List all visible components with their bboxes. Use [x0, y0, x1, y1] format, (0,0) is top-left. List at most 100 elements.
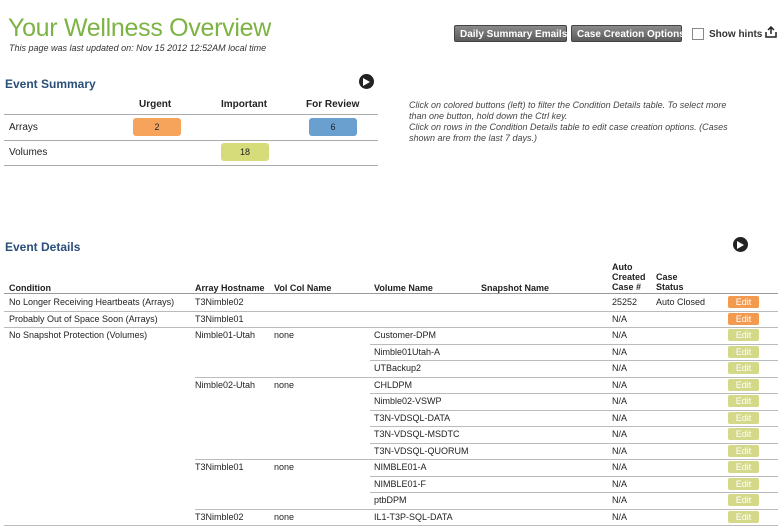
row-divider [370, 360, 778, 361]
edit-button[interactable]: Edit [728, 329, 759, 341]
show-hints-checkbox[interactable] [692, 28, 704, 40]
important-column-header: Important [221, 99, 268, 110]
row-divider [370, 409, 778, 411]
row-divider [370, 442, 778, 444]
col-snapshot-name[interactable]: Snapshot Name [481, 283, 549, 293]
event-summary-title: Event Summary [5, 77, 96, 91]
row-divider [370, 393, 778, 394]
row-divider [195, 376, 778, 378]
vol-col-cell: none [274, 511, 295, 522]
help-line-filter: Click on colored buttons (left) to filte… [409, 100, 727, 121]
case-number-cell: N/A [612, 363, 628, 373]
case-number-cell: N/A [612, 495, 628, 505]
case-number-cell: N/A [612, 511, 628, 522]
summary-row-label: Volumes [9, 147, 48, 158]
case-number-cell: N/A [612, 429, 628, 439]
volumes-important-button[interactable]: 18 [221, 143, 269, 161]
case-number-cell: N/A [612, 379, 628, 390]
volume-name-cell: Nimble01Utah-A [374, 346, 441, 357]
case-number-cell: N/A [612, 462, 628, 472]
row-divider [4, 310, 778, 312]
edit-button[interactable]: Edit [728, 494, 759, 506]
col-volume-name[interactable]: Volume Name [374, 283, 433, 293]
vol-col-cell: none [274, 330, 295, 340]
array-hostname-cell: T3Nimble02 [195, 297, 244, 307]
vol-col-cell: none [274, 462, 295, 472]
volume-name-cell: NIMBLE01-A [374, 462, 427, 472]
col-condition[interactable]: Condition [9, 283, 51, 293]
row-divider [370, 492, 778, 493]
array-hostname-cell: Nimble01-Utah [195, 330, 256, 340]
summary-row-arrays: Arrays 2 6 [4, 114, 378, 141]
array-hostname-cell: Nimble02-Utah [195, 379, 256, 390]
row-divider [370, 343, 778, 345]
case-number-cell: N/A [612, 412, 628, 423]
summary-row-volumes: Volumes 18 [4, 140, 378, 166]
edit-button[interactable]: Edit [728, 510, 759, 523]
row-divider [370, 426, 778, 427]
col-array-hostname[interactable]: Array Hostname [195, 283, 265, 293]
condition-cell: No Longer Receiving Heartbeats (Arrays) [9, 297, 175, 307]
volume-name-cell: Nimble02-VSWP [374, 396, 442, 406]
volume-name-cell: T3N-VDSQL-QUORUM [374, 445, 469, 456]
edit-button[interactable]: Edit [728, 411, 759, 424]
case-number-cell: N/A [612, 445, 628, 456]
edit-button[interactable]: Edit [728, 477, 759, 490]
volume-name-cell: NIMBLE01-F [374, 478, 427, 489]
array-hostname-cell: T3Nimble01 [195, 462, 244, 472]
edit-button[interactable]: Edit [728, 345, 759, 358]
col-case-number[interactable]: Auto Created Case # [612, 262, 650, 292]
show-hints-toggle[interactable]: Show hints [692, 28, 762, 40]
page-title: Your Wellness Overview [8, 14, 271, 42]
array-hostname-cell: T3Nimble01 [195, 313, 244, 324]
volume-name-cell: T3N-VDSQL-MSDTC [374, 429, 460, 439]
edit-button[interactable]: Edit [728, 296, 759, 308]
col-case-status[interactable]: Case Status [656, 272, 690, 292]
case-status-cell: Auto Closed [656, 297, 706, 307]
arrays-review-button[interactable]: 6 [309, 118, 357, 136]
case-number-cell: 25252 [612, 297, 638, 307]
edit-button[interactable]: Edit [728, 378, 759, 391]
details-forward-icon[interactable] [733, 237, 748, 252]
edit-button[interactable]: Edit [728, 312, 759, 325]
help-line-edit: Click on rows in the Condition Details t… [409, 122, 728, 143]
case-number-cell: N/A [612, 313, 628, 324]
row-divider [370, 475, 778, 477]
review-column-header: For Review [306, 99, 360, 110]
arrays-urgent-button[interactable]: 2 [133, 118, 181, 136]
last-updated-text: This page was last updated on: Nov 15 20… [9, 43, 267, 53]
edit-button[interactable]: Edit [728, 362, 759, 374]
array-hostname-cell: T3Nimble02 [195, 511, 244, 522]
volume-name-cell: T3N-VDSQL-DATA [374, 412, 451, 423]
case-number-cell: N/A [612, 330, 628, 340]
summary-forward-icon[interactable] [359, 74, 374, 89]
volume-name-cell: Customer-DPM [374, 330, 437, 340]
help-text: Click on colored buttons (left) to filte… [409, 100, 739, 144]
volume-name-cell: ptbDPM [374, 495, 407, 505]
case-number-cell: N/A [612, 478, 628, 489]
case-number-cell: N/A [612, 396, 628, 406]
daily-summary-emails-button[interactable]: Daily Summary Emails... [454, 25, 576, 42]
event-details-title: Event Details [5, 240, 81, 254]
edit-button[interactable]: Edit [728, 444, 759, 457]
edit-button[interactable]: Edit [728, 461, 759, 473]
condition-cell: Probably Out of Space Soon (Arrays) [9, 313, 158, 324]
col-vol-col-name[interactable]: Vol Col Name [274, 283, 331, 293]
condition-cell: No Snapshot Protection (Volumes) [9, 330, 148, 340]
summary-row-label: Arrays [9, 122, 38, 133]
export-icon[interactable] [765, 26, 777, 38]
volume-name-cell: UTBackup2 [374, 363, 422, 373]
header-divider [4, 293, 778, 294]
row-divider [4, 327, 778, 328]
case-creation-options-button[interactable]: Case Creation Options... [571, 25, 693, 42]
row-divider [195, 459, 778, 460]
show-hints-label: Show hints [709, 28, 763, 40]
edit-button[interactable]: Edit [728, 428, 759, 440]
vol-col-cell: none [274, 379, 295, 390]
urgent-column-header: Urgent [139, 99, 172, 110]
row-divider [195, 508, 778, 510]
volume-name-cell: CHLDPM [374, 379, 413, 390]
volume-name-cell: IL1-T3P-SQL-DATA [374, 511, 453, 522]
edit-button[interactable]: Edit [728, 395, 759, 407]
case-number-cell: N/A [612, 346, 628, 357]
